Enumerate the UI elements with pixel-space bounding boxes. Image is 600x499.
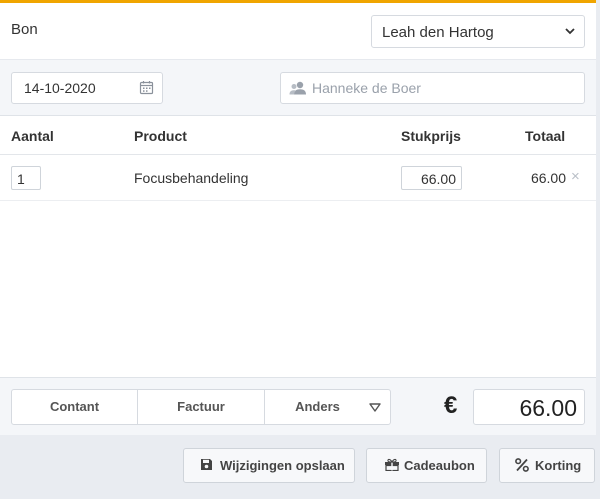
product-name: Focusbehandeling <box>134 170 249 186</box>
column-total: Totaal <box>525 128 566 144</box>
discount-button[interactable]: Korting <box>499 448 595 483</box>
date-value: 14-10-2020 <box>24 80 96 96</box>
filter-bar: 14-10-2020 Hanneke de Boer <box>0 59 596 116</box>
amount-input[interactable]: 66.00 <box>473 389 585 425</box>
users-icon <box>289 81 306 95</box>
giftcard-label: Cadeaubon <box>404 458 475 473</box>
date-input[interactable]: 14-10-2020 <box>11 72 163 104</box>
column-quantity: Aantal <box>11 128 54 144</box>
table-row: 1 Focusbehandeling 66.00 66.00 × <box>0 155 596 201</box>
quantity-input[interactable]: 1 <box>11 166 41 190</box>
currency-symbol: € <box>444 392 458 419</box>
calendar-icon <box>139 81 154 95</box>
page-title: Bon <box>11 21 38 38</box>
percent-icon <box>515 458 529 472</box>
discount-label: Korting <box>535 458 582 473</box>
save-changes-button[interactable]: Wijzigingen opslaan <box>183 448 355 483</box>
employee-select-value: Leah den Hartog <box>382 24 494 41</box>
pay-invoice-button[interactable]: Factuur <box>137 389 265 425</box>
client-search-placeholder: Hanneke de Boer <box>312 80 421 96</box>
payment-bar: Contant Factuur Anders € 66.00 <box>0 377 596 435</box>
pay-cash-button[interactable]: Contant <box>11 389 138 425</box>
pay-other-dropdown[interactable]: Anders <box>264 389 391 425</box>
receipt-panel: Bon Leah den Hartog 14-10-2020 Hanneke d… <box>0 0 596 435</box>
line-total: 66.00 <box>530 170 566 186</box>
client-search-input[interactable]: Hanneke de Boer <box>280 72 585 104</box>
table-header: Aantal Product Stukprijs Totaal <box>0 116 596 155</box>
save-changes-label: Wijzigingen opslaan <box>220 458 345 473</box>
triangle-down-icon <box>369 403 381 412</box>
floppy-disk-icon <box>201 459 212 470</box>
employee-select[interactable]: Leah den Hartog <box>371 15 585 48</box>
unit-price-input[interactable]: 66.00 <box>401 166 462 190</box>
column-unit-price: Stukprijs <box>401 128 461 144</box>
pay-other-label: Anders <box>295 399 340 414</box>
receipt-header: Bon Leah den Hartog <box>0 3 596 59</box>
gift-icon <box>385 458 399 471</box>
remove-line-icon[interactable]: × <box>571 168 580 185</box>
column-product: Product <box>134 128 187 144</box>
giftcard-button[interactable]: Cadeaubon <box>366 448 487 483</box>
chevron-down-icon <box>565 28 575 35</box>
